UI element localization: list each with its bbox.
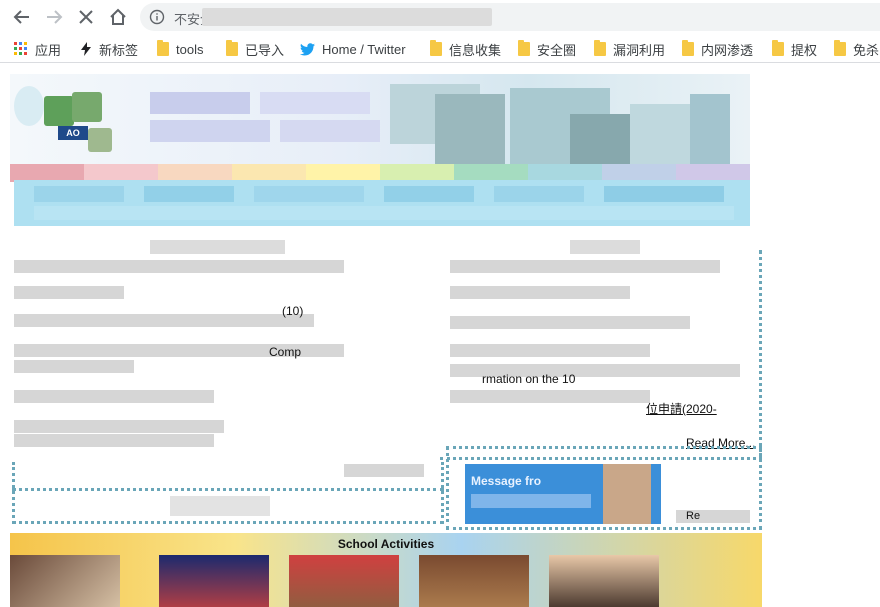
back-button[interactable] — [10, 5, 34, 29]
forward-arrow-icon — [47, 10, 63, 24]
school-logo[interactable]: AO — [14, 78, 119, 152]
bookmark-label: Home / Twitter — [322, 41, 406, 57]
bookmark-label: 安全圈 — [537, 42, 577, 58]
logo-text: AO — [58, 126, 88, 140]
bookmark-info-gathering[interactable]: 信息收集 — [430, 40, 501, 58]
school-activities-title: School Activities — [337, 537, 435, 551]
stop-loading-button[interactable] — [74, 5, 98, 29]
message-title: Message fro — [471, 474, 542, 488]
bookmark-av-evasion[interactable]: 免杀 — [834, 40, 879, 58]
close-icon — [79, 10, 93, 24]
principal-message-banner[interactable]: Message fro — [465, 464, 661, 524]
bookmark-label: 免杀 — [853, 42, 880, 58]
activity-photo-4[interactable] — [419, 555, 529, 607]
folder-icon — [430, 40, 442, 56]
bookmark-security-circle[interactable]: 安全圈 — [518, 40, 576, 58]
info-icon[interactable] — [149, 9, 165, 25]
bookmarks-bar: 应用 新标签 tools 已导入 Home / Twitter 信息收集 安全圈… — [0, 34, 880, 63]
home-icon — [110, 8, 126, 25]
bookmark-new-tab[interactable]: 新标签 — [80, 40, 138, 58]
news-fragment[interactable]: rmation on the 10 — [482, 372, 575, 386]
home-button[interactable] — [106, 5, 130, 29]
news-link-fragment[interactable]: Comp — [269, 345, 301, 359]
bookmark-apps[interactable]: 应用 — [14, 40, 61, 58]
bookmark-label: 新标签 — [99, 42, 139, 58]
back-arrow-icon — [13, 10, 29, 24]
folder-icon — [226, 40, 238, 56]
news-link-fragment[interactable]: 位申請(2020- — [646, 400, 717, 417]
folder-icon — [518, 40, 530, 56]
forward-button[interactable] — [42, 5, 66, 29]
principal-photo — [603, 464, 651, 524]
apps-grid-icon — [14, 42, 28, 56]
url-text-redacted — [202, 8, 492, 26]
bookmark-intranet[interactable]: 内网渗透 — [682, 40, 753, 58]
folder-icon — [157, 40, 169, 56]
activity-photo-5[interactable] — [549, 555, 659, 607]
bookmark-imported[interactable]: 已导入 — [226, 40, 284, 58]
address-bar[interactable]: 不安全 — [140, 3, 880, 31]
folder-icon — [594, 40, 606, 56]
activity-photo-3[interactable] — [289, 555, 399, 607]
twitter-bird-icon — [300, 42, 315, 56]
bookmark-label: 应用 — [35, 42, 62, 58]
bookmark-label: 内网渗透 — [701, 42, 754, 58]
bookmark-label: tools — [176, 41, 204, 57]
bookmark-privilege-escalation[interactable]: 提权 — [772, 40, 817, 58]
folder-icon — [834, 40, 846, 56]
folder-icon — [682, 40, 694, 56]
lightning-icon — [80, 42, 92, 56]
bookmark-twitter[interactable]: Home / Twitter — [300, 40, 406, 58]
news-fragment: (10) — [282, 304, 304, 318]
bookmark-label: 信息收集 — [449, 42, 502, 58]
folder-icon — [772, 40, 784, 56]
bookmark-label: 已导入 — [245, 42, 285, 58]
web-page: AO (10) Comp rmation on the 10 位申請(2020-… — [0, 64, 880, 607]
bookmark-label: 漏洞利用 — [613, 42, 666, 58]
activity-photo-2[interactable] — [159, 555, 269, 607]
activity-photo-1[interactable] — [10, 555, 120, 607]
browser-toolbar: 不安全 — [0, 0, 880, 34]
main-navigation[interactable] — [14, 180, 750, 226]
school-activities-section: School Activities — [10, 533, 762, 607]
bookmark-label: 提权 — [791, 42, 818, 58]
bookmark-tools[interactable]: tools — [157, 40, 203, 58]
message-read-more-fragment[interactable]: Re — [686, 510, 700, 522]
site-banner — [10, 74, 750, 166]
bookmark-exploits[interactable]: 漏洞利用 — [594, 40, 665, 58]
